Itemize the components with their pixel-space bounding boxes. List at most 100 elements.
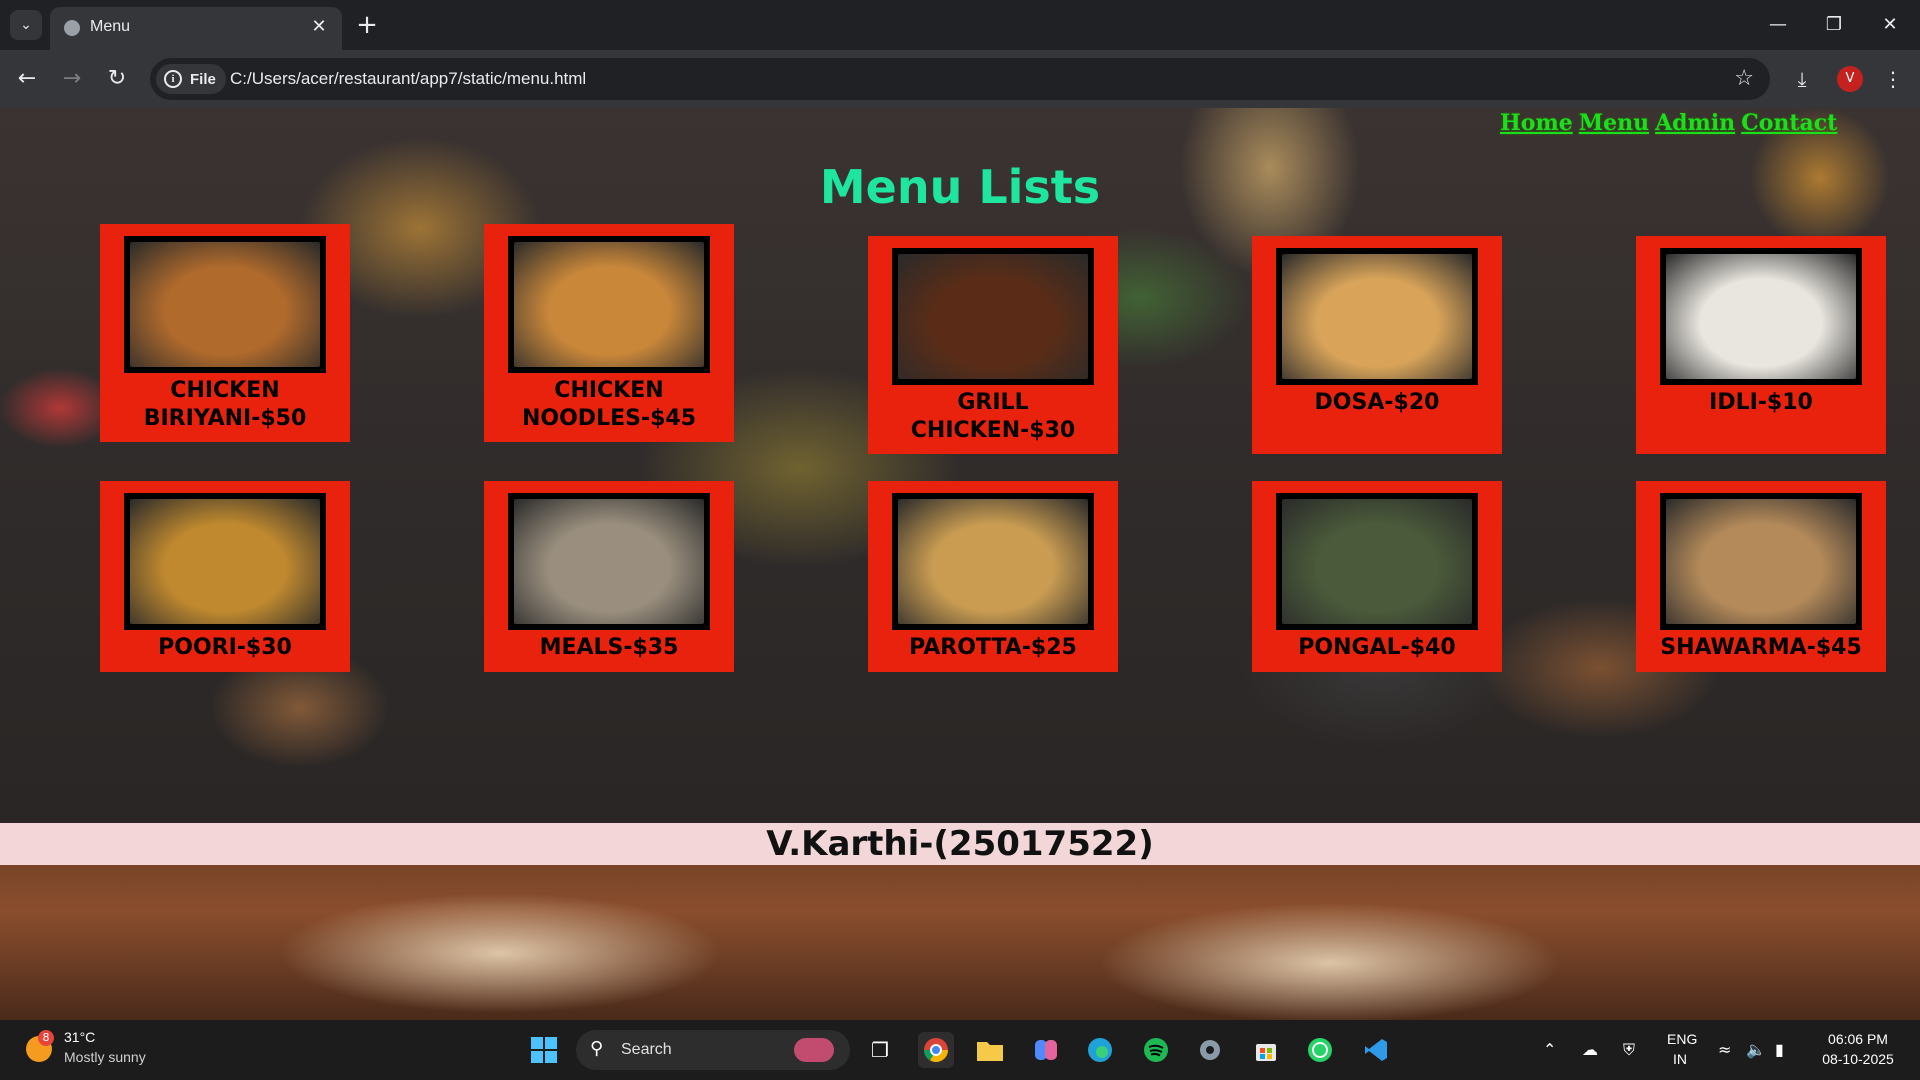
footer-author: V.Karthi-(25017522) bbox=[766, 824, 1154, 864]
menu-card[interactable]: PAROTTA-$25 bbox=[868, 481, 1118, 672]
food-image-frame bbox=[508, 493, 710, 630]
weather-temperature[interactable]: 31°C bbox=[64, 1029, 95, 1045]
gear-icon bbox=[1200, 1040, 1220, 1060]
site-chip-label: File bbox=[190, 70, 216, 88]
wifi-icon[interactable]: ≈ bbox=[1718, 1040, 1731, 1059]
food-photo bbox=[514, 242, 704, 367]
menu-item-label: CHICKEN NOODLES-$45 bbox=[521, 378, 697, 431]
menu-item-label: POORI-$30 bbox=[158, 635, 292, 660]
onedrive-icon[interactable]: ☁ bbox=[1582, 1040, 1598, 1059]
menu-card[interactable]: DOSA-$20 bbox=[1252, 236, 1502, 454]
site-info-chip[interactable]: i File bbox=[156, 64, 226, 94]
page-viewport: Home Menu Admin Contact Menu Lists CHICK… bbox=[0, 108, 1920, 1020]
settings-icon[interactable] bbox=[1192, 1032, 1228, 1068]
menu-item-label: GRILL CHICKEN-$30 bbox=[910, 390, 1076, 443]
download-icon[interactable]: ⤓ bbox=[1785, 62, 1819, 96]
search-label: Search bbox=[621, 1041, 672, 1058]
whatsapp-icon[interactable] bbox=[1302, 1032, 1338, 1068]
security-shield-icon[interactable]: ⛨ bbox=[1623, 1040, 1635, 1060]
food-image-frame bbox=[1276, 493, 1478, 630]
search-icon: ⚲ bbox=[590, 1038, 604, 1059]
volume-icon[interactable]: 🔈 bbox=[1746, 1040, 1766, 1059]
food-photo bbox=[130, 499, 320, 624]
start-button[interactable] bbox=[526, 1032, 562, 1068]
store-icon[interactable] bbox=[1248, 1032, 1284, 1068]
chevron-down-icon: ⌄ bbox=[20, 17, 32, 33]
menu-card[interactable]: SHAWARMA-$45 bbox=[1636, 481, 1886, 672]
new-tab-button[interactable]: + bbox=[352, 10, 382, 40]
windows-icon bbox=[531, 1037, 557, 1063]
menu-item-label: SHAWARMA-$45 bbox=[1660, 635, 1862, 660]
address-bar[interactable]: i File C:/Users/acer/restaurant/app7/sta… bbox=[150, 58, 1770, 100]
clock-date[interactable]: 08-10-2025 bbox=[1818, 1051, 1898, 1067]
bookmark-star-icon[interactable]: ☆ bbox=[1734, 66, 1754, 91]
chalkboard-background bbox=[0, 108, 1920, 823]
close-tab-icon[interactable]: ✕ bbox=[306, 14, 332, 40]
language-primary[interactable]: ENG bbox=[1667, 1031, 1697, 1047]
copilot-icon[interactable] bbox=[1028, 1032, 1064, 1068]
menu-card[interactable]: PONGAL-$40 bbox=[1252, 481, 1502, 672]
menu-card[interactable]: MEALS-$35 bbox=[484, 481, 734, 672]
weather-badge: 8 bbox=[38, 1030, 54, 1046]
food-image-frame bbox=[892, 248, 1094, 385]
browser-tab[interactable]: Menu ✕ bbox=[50, 7, 342, 50]
menu-card[interactable]: POORI-$30 bbox=[100, 481, 350, 672]
taskbar-search[interactable]: ⚲ Search bbox=[576, 1030, 850, 1070]
task-view-icon[interactable]: ❐ bbox=[862, 1032, 898, 1068]
back-button[interactable]: ← bbox=[10, 62, 44, 96]
clock-time[interactable]: 06:06 PM bbox=[1818, 1031, 1898, 1047]
profile-avatar[interactable]: V bbox=[1837, 66, 1863, 92]
vscode-icon[interactable] bbox=[1358, 1032, 1394, 1068]
tab-search-button[interactable]: ⌄ bbox=[10, 10, 42, 40]
restore-button[interactable]: ❐ bbox=[1806, 0, 1862, 50]
footer-band: V.Karthi-(25017522) bbox=[0, 823, 1920, 865]
tab-title: Menu bbox=[90, 18, 131, 35]
menu-item-label: CHICKEN BIRIYANI-$50 bbox=[143, 378, 307, 431]
food-photo bbox=[898, 499, 1088, 624]
folder-icon bbox=[977, 1042, 1003, 1061]
copilot-logo bbox=[1035, 1040, 1057, 1060]
edge-icon[interactable] bbox=[1082, 1032, 1118, 1068]
battery-icon[interactable]: ▮ bbox=[1775, 1040, 1784, 1059]
page-title: Menu Lists bbox=[819, 160, 1101, 214]
food-image-frame bbox=[1660, 248, 1862, 385]
more-menu-icon[interactable]: ⋮ bbox=[1876, 62, 1910, 96]
food-image-frame bbox=[124, 493, 326, 630]
menu-item-label: PAROTTA-$25 bbox=[909, 635, 1077, 660]
food-image-frame bbox=[892, 493, 1094, 630]
file-explorer-icon[interactable] bbox=[972, 1032, 1008, 1068]
nav-home-link[interactable]: Home bbox=[1500, 110, 1573, 136]
food-photo bbox=[514, 499, 704, 624]
minimize-button[interactable]: — bbox=[1750, 0, 1806, 50]
menu-item-label: IDLI-$10 bbox=[1709, 390, 1813, 415]
menu-card[interactable]: GRILL CHICKEN-$30 bbox=[868, 236, 1118, 454]
whatsapp-logo bbox=[1308, 1038, 1332, 1062]
nav-contact-link[interactable]: Contact bbox=[1741, 110, 1837, 136]
nav-menu-link[interactable]: Menu bbox=[1579, 110, 1649, 136]
chevron-up-icon[interactable]: ⌃ bbox=[1543, 1040, 1556, 1059]
menu-item-label: PONGAL-$40 bbox=[1298, 635, 1456, 660]
food-photo bbox=[1282, 254, 1472, 379]
food-image-frame bbox=[1660, 493, 1862, 630]
reload-button[interactable]: ↻ bbox=[100, 62, 134, 96]
browser-tab-bar: ⌄ Menu ✕ + — ❐ ✕ bbox=[0, 0, 1920, 50]
close-window-button[interactable]: ✕ bbox=[1862, 0, 1918, 50]
url-text[interactable]: C:/Users/acer/restaurant/app7/static/men… bbox=[230, 69, 586, 89]
food-photo bbox=[1666, 499, 1856, 624]
food-photo bbox=[1666, 254, 1856, 379]
info-icon: i bbox=[164, 70, 182, 88]
food-photo bbox=[898, 254, 1088, 379]
nav-admin-link[interactable]: Admin bbox=[1655, 110, 1735, 136]
edge-logo bbox=[1088, 1038, 1112, 1062]
food-image-frame bbox=[124, 236, 326, 373]
forward-button[interactable]: → bbox=[55, 62, 89, 96]
menu-card[interactable]: CHICKEN BIRIYANI-$50 bbox=[100, 224, 350, 442]
chrome-icon[interactable] bbox=[918, 1032, 954, 1068]
food-image-frame bbox=[508, 236, 710, 373]
weather-condition[interactable]: Mostly sunny bbox=[64, 1049, 146, 1065]
menu-item-label: DOSA-$20 bbox=[1314, 390, 1440, 415]
spotify-icon[interactable] bbox=[1138, 1032, 1174, 1068]
menu-card[interactable]: IDLI-$10 bbox=[1636, 236, 1886, 454]
language-region[interactable]: IN bbox=[1673, 1051, 1687, 1067]
menu-card[interactable]: CHICKEN NOODLES-$45 bbox=[484, 224, 734, 442]
